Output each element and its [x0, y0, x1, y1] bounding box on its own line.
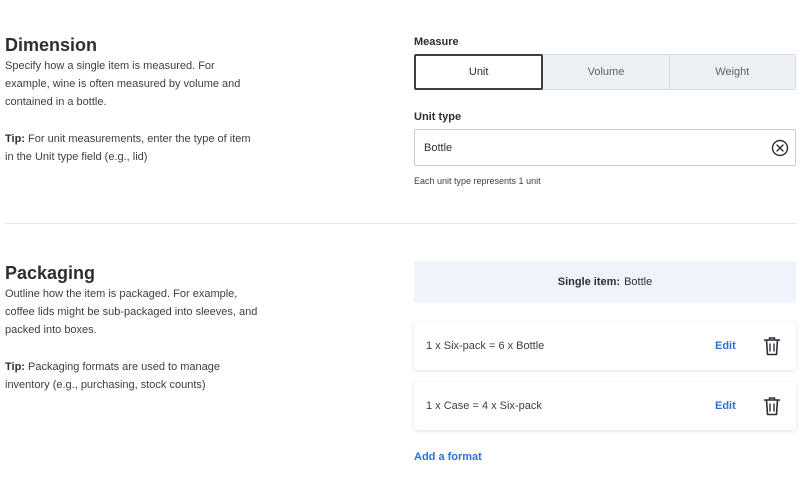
packaging-tip-text: Packaging formats are used to manage inv… — [5, 361, 221, 391]
packaging-tip: Tip: Packaging formats are used to manag… — [5, 358, 260, 394]
edit-format-button[interactable]: Edit — [715, 340, 736, 352]
add-format-link[interactable]: Add a format — [414, 451, 482, 463]
packaging-description: Outline how the item is packaged. For ex… — [5, 288, 258, 336]
dimension-title: Dimension — [5, 35, 98, 55]
packaging-title: Packaging — [5, 263, 96, 283]
format-text: 1 x Case = 4 x Six-pack — [426, 400, 542, 412]
dimension-tip-label: Tip: — [5, 133, 25, 145]
dimension-tip: Tip: For unit measurements, enter the ty… — [5, 130, 260, 166]
format-card: 1 x Six-pack = 6 x Bottle Edit — [414, 322, 796, 370]
single-item-banner: Single item: Bottle — [414, 261, 796, 303]
section-divider — [5, 223, 796, 224]
unit-type-label: Unit type — [414, 111, 462, 123]
measure-option-volume[interactable]: Volume — [542, 55, 668, 89]
trash-icon[interactable] — [763, 336, 781, 356]
dimension-tip-text: For unit measurements, enter the type of… — [5, 133, 251, 163]
clear-circle-x-icon[interactable] — [771, 139, 789, 157]
measure-option-weight[interactable]: Weight — [668, 55, 795, 89]
format-card: 1 x Case = 4 x Six-pack Edit — [414, 382, 796, 430]
single-item-label: Single item: — [557, 276, 621, 288]
dimension-description: Specify how a single item is measured. F… — [5, 60, 241, 108]
trash-icon[interactable] — [763, 396, 781, 416]
unit-type-field-wrapper — [414, 129, 796, 166]
packaging-tip-label: Tip: — [5, 361, 25, 373]
single-item-value: Bottle — [624, 276, 653, 288]
edit-format-button[interactable]: Edit — [715, 400, 736, 412]
format-text: 1 x Six-pack = 6 x Bottle — [426, 340, 545, 352]
measure-segmented-control: Unit Volume Weight — [414, 54, 796, 90]
unit-type-input[interactable] — [415, 130, 755, 165]
unit-type-hint: Each unit type represents 1 unit — [414, 176, 541, 186]
measure-label: Measure — [414, 36, 459, 48]
measure-option-unit[interactable]: Unit — [414, 54, 544, 90]
